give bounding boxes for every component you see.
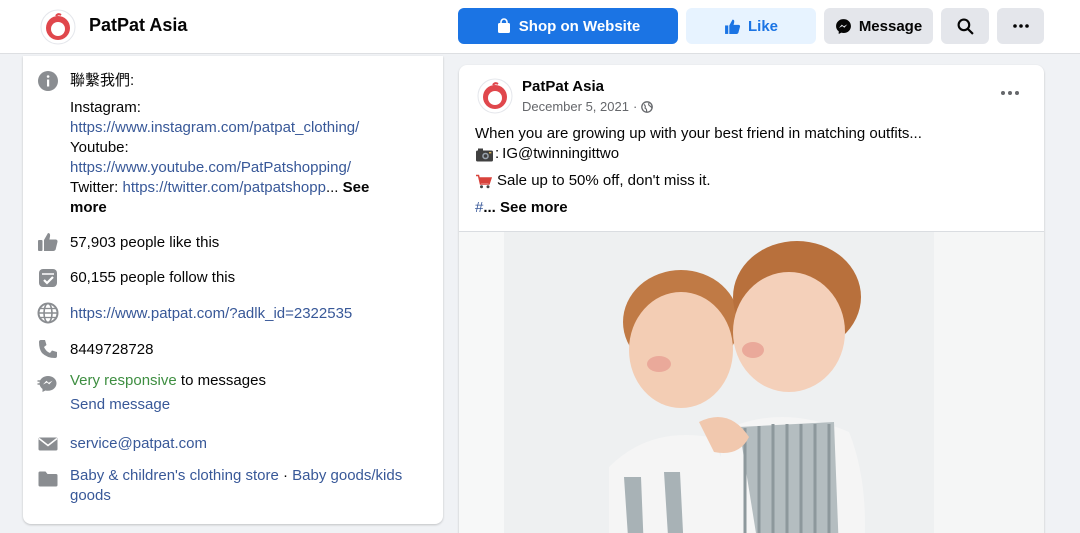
post-card: PatPat Asia December 5, 2021 · When you … (459, 65, 1044, 533)
post-photo[interactable] (459, 231, 1044, 533)
instagram-link[interactable]: https://www.instagram.com/patpat_clothin… (70, 118, 359, 138)
instagram-label: Instagram: (70, 99, 141, 116)
page-header: PatPat Asia Shop on Website Like Message (0, 0, 1080, 54)
twitter-label: Twitter: (70, 179, 119, 196)
shop-button-label: Shop on Website (518, 17, 641, 35)
post-text-line-1: When you are growing up with your best f… (475, 125, 922, 142)
more-options-button[interactable] (997, 8, 1044, 44)
twitter-link[interactable]: https://twitter.com/patpatshopp (123, 179, 326, 196)
contact-heading: 聯繫我們: (70, 72, 135, 89)
search-icon (957, 18, 974, 35)
follow-icon (39, 269, 57, 287)
post-sale-text: Sale up to 50% off, don't miss it. (497, 172, 711, 189)
more-dots-icon (1012, 24, 1029, 28)
post-date-separator: · (632, 99, 638, 114)
category-link-baby-goods-continued[interactable]: goods (70, 486, 111, 506)
like-icon (38, 233, 58, 251)
messenger-icon (835, 18, 851, 34)
website-link[interactable]: https://www.patpat.com/?adlk_id=2322535 (70, 304, 352, 324)
responsiveness-text: to messages (180, 372, 266, 389)
more-dots-icon[interactable] (999, 85, 1021, 101)
cart-icon (476, 174, 492, 188)
info-icon (38, 71, 58, 91)
post-meta: December 5, 2021 · (522, 99, 654, 114)
youtube-label: Youtube: (70, 139, 129, 156)
thumbs-up-icon (725, 19, 741, 34)
like-page-button[interactable]: Like (686, 8, 816, 44)
twitter-ellipsis: ... (325, 179, 339, 196)
message-button[interactable]: Message (824, 8, 933, 44)
shopping-bag-icon (497, 18, 510, 33)
send-message-link[interactable]: Send message (70, 395, 170, 415)
responsiveness-line: Very responsive to messages (70, 371, 266, 391)
about-card: 聯繫我們: Instagram: https://www.instagram.c… (23, 56, 443, 524)
category-icon (38, 471, 58, 487)
category-link-baby-goods[interactable]: Baby goods/kids (292, 467, 402, 484)
email-icon (38, 437, 58, 451)
message-button-label: Message (858, 17, 923, 35)
like-button-label: Like (747, 17, 778, 35)
camera-icon (476, 148, 493, 161)
post-photo-art (459, 232, 1044, 533)
post-date[interactable]: December 5, 2021 (522, 99, 629, 114)
see-more-link-continued[interactable]: more (70, 198, 107, 218)
post-author[interactable]: PatPat Asia (522, 78, 604, 95)
post-see-more-link[interactable]: ... See more (483, 199, 567, 216)
phone-icon (39, 340, 57, 358)
post-instagram-handle: IG@twinningittwo (502, 145, 620, 162)
post-text-line-3: Sale up to 50% off, don't miss it. (475, 171, 711, 191)
post-text-line-4: #... See more (475, 198, 568, 218)
shop-on-website-button[interactable]: Shop on Website (458, 8, 678, 44)
globe-icon (641, 100, 654, 113)
page-title[interactable]: PatPat Asia (89, 15, 187, 36)
search-button[interactable] (941, 8, 989, 44)
post-text-line-2: : IG@twinningittwo (475, 144, 619, 164)
page-likes-count: 57,903 people like this (70, 234, 220, 251)
see-more-link[interactable]: See (343, 179, 370, 196)
category-separator: · (282, 467, 288, 484)
category-line: Baby & children's clothing store · Baby … (70, 466, 402, 486)
patpat-logo-icon[interactable] (40, 9, 76, 45)
category-link-clothing-store[interactable]: Baby & children's clothing store (70, 467, 279, 484)
youtube-link[interactable]: https://www.youtube.com/PatPatshopping/ (70, 158, 351, 178)
phone-number[interactable]: 8449728728 (70, 340, 153, 360)
responsive-icon (37, 376, 57, 392)
globe-icon (37, 302, 59, 324)
twitter-line: Twitter: https://twitter.com/patpatshopp… (70, 178, 369, 198)
email-link[interactable]: service@patpat.com (70, 434, 207, 454)
page-follows-count: 60,155 people follow this (70, 269, 236, 286)
responsiveness-badge: Very responsive (70, 372, 177, 389)
patpat-logo-icon[interactable] (477, 78, 513, 114)
